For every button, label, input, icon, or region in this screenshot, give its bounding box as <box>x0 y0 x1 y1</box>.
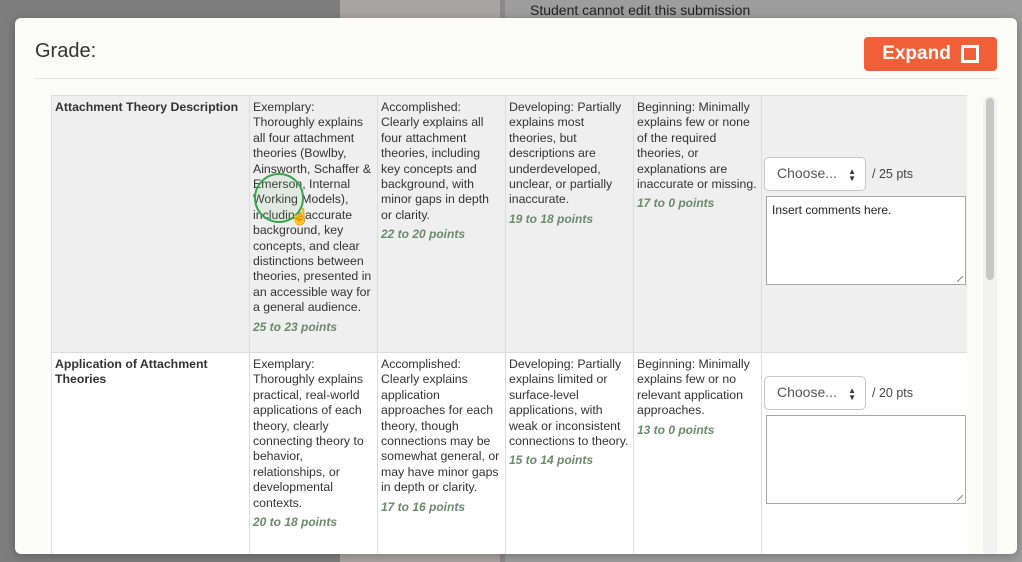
rating-points: 15 to 14 points <box>509 453 594 468</box>
rating-points: 25 to 23 points <box>253 319 338 334</box>
criterion-name: Application of Attachment Theories <box>51 352 250 554</box>
rating-cell[interactable]: Accomplished: Clearly explains all four … <box>377 95 506 353</box>
score-select-value: Choose... <box>777 165 837 181</box>
rating-cell[interactable]: Exemplary: Thoroughly explains practical… <box>249 352 378 554</box>
score-select-value: Choose... <box>777 384 837 400</box>
select-arrows-icon: ▲ ▼ <box>848 386 856 402</box>
rating-cell[interactable]: Developing: Partially explains limited o… <box>505 352 634 554</box>
hand-cursor-icon: ☝ <box>290 209 310 226</box>
rubric-row: Attachment Theory Description Exemplary:… <box>51 95 967 353</box>
rubric-table: Attachment Theory Description Exemplary:… <box>51 95 967 554</box>
rating-cell[interactable]: Exemplary: Thoroughly explains all four … <box>249 95 378 353</box>
fullscreen-icon <box>960 45 979 63</box>
rating-description: Beginning: Minimally explains few or non… <box>637 100 757 192</box>
criterion-name: Attachment Theory Description <box>51 95 250 353</box>
rating-cell[interactable]: Accomplished: Clearly explains applicati… <box>377 352 506 554</box>
rating-points: 19 to 18 points <box>509 211 594 226</box>
rating-points: 20 to 18 points <box>253 515 338 530</box>
rating-cell[interactable]: Developing: Partially explains most theo… <box>505 95 634 353</box>
rating-points: 22 to 20 points <box>381 227 466 242</box>
rating-points: 17 to 0 points <box>637 196 715 211</box>
rating-description: Developing: Partially explains most theo… <box>509 100 622 207</box>
scrollbar-thumb[interactable] <box>986 98 994 280</box>
score-cell: Choose... ▲ ▼ / 25 pts Insert comments he… <box>761 95 967 353</box>
header-divider <box>35 78 997 79</box>
rating-cell[interactable]: Beginning: Minimally explains few or non… <box>633 95 762 353</box>
select-arrows-icon: ▲ ▼ <box>848 167 856 183</box>
rubric-scroll-area[interactable]: Attachment Theory Description Exemplary:… <box>51 95 967 554</box>
rating-description: Accomplished: Clearly explains applicati… <box>381 357 500 495</box>
rating-points: 13 to 0 points <box>637 422 715 437</box>
rubric-row: Application of Attachment Theories Exemp… <box>51 352 967 554</box>
comment-textarea[interactable]: Insert comments here. <box>766 196 966 285</box>
score-select[interactable]: Choose... ▲ ▼ <box>764 157 866 191</box>
submission-note: Student cannot edit this submission <box>530 2 751 18</box>
points-possible: / 20 pts <box>872 386 913 400</box>
score-select[interactable]: Choose... ▲ ▼ <box>764 376 866 410</box>
points-possible: / 25 pts <box>872 167 913 181</box>
grade-modal: Grade: Expand Attachment Theory Descript… <box>15 18 1017 554</box>
modal-title: Grade: <box>35 40 97 62</box>
comment-textarea[interactable] <box>766 415 966 504</box>
rating-description: Exemplary: Thoroughly explains practical… <box>253 357 364 510</box>
rating-cell[interactable]: Beginning: Minimally explains few or no … <box>633 352 762 554</box>
rating-description: Accomplished: Clearly explains all four … <box>381 100 490 222</box>
rating-description: Developing: Partially explains limited o… <box>509 357 629 449</box>
rating-points: 17 to 16 points <box>381 499 466 514</box>
rating-description: Beginning: Minimally explains few or no … <box>637 357 750 418</box>
score-cell: Choose... ▲ ▼ / 20 pts <box>761 352 967 554</box>
expand-button[interactable]: Expand <box>864 37 997 71</box>
vertical-scrollbar[interactable] <box>983 96 997 554</box>
expand-button-label: Expand <box>882 43 951 64</box>
